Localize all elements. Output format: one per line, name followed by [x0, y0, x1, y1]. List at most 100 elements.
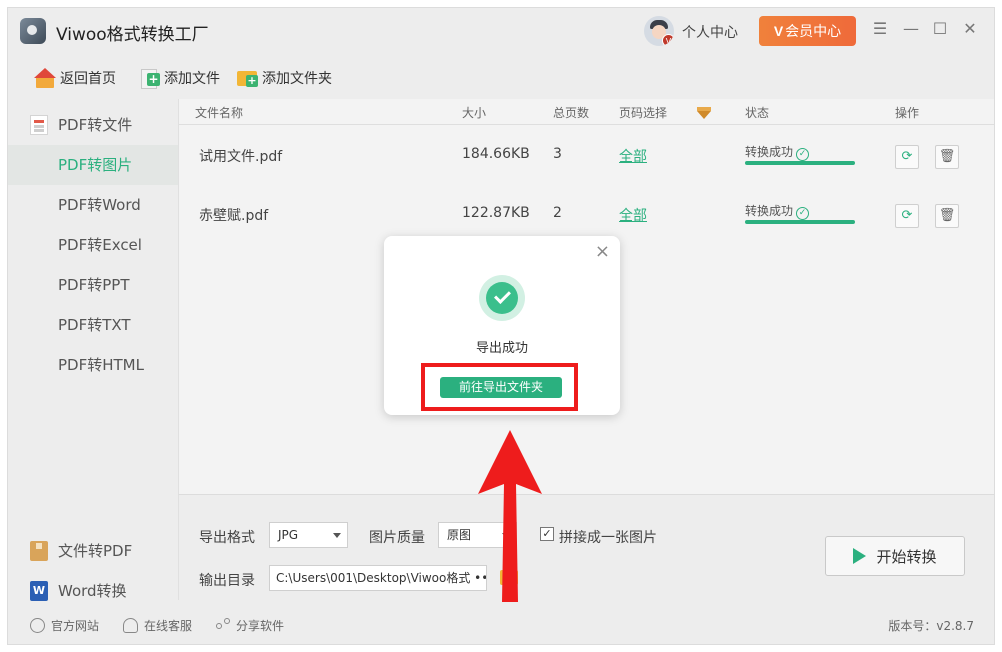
image-quality-label: 图片质量 [369, 530, 425, 546]
reconvert-icon[interactable]: ⟳ [895, 204, 919, 228]
sidebar-item-pdf-to-word[interactable]: PDF转Word [8, 185, 178, 225]
progress-fill [745, 220, 855, 224]
sidebar-item-label: PDF转图片 [58, 156, 133, 174]
output-settings: 导出格式 JPG 图片质量 原图 ✓ 拼接成一张图片 输出目录 C:\Users… [178, 494, 994, 600]
progress-bar [745, 220, 855, 224]
sidebar-item-label: 文件转PDF [58, 542, 133, 560]
col-size: 大小 [462, 106, 487, 120]
page-range-link[interactable]: 全部 [619, 146, 647, 166]
output-dir-input[interactable]: C:\Users\001\Desktop\Viwoo格式 ••• [269, 565, 487, 591]
open-export-folder-button[interactable]: 前往导出文件夹 [440, 377, 562, 398]
col-pages: 总页数 [553, 106, 590, 120]
status-badge: 转换成功 ✓ [745, 143, 810, 161]
add-folder-button[interactable]: 添加文件夹 [236, 64, 332, 92]
col-actions: 操作 [895, 106, 920, 120]
pdf-file-icon [30, 115, 48, 135]
delete-icon[interactable]: 🗑 [935, 145, 959, 169]
sidebar-item-pdf-to-html[interactable]: PDF转HTML [8, 345, 178, 385]
add-folder-label: 添加文件夹 [262, 71, 332, 87]
status-label: 转换成功 [745, 145, 794, 159]
check-circle-icon: ✓ [796, 207, 810, 220]
sidebar-item-pdf-to-image[interactable]: PDF转图片 [8, 145, 178, 185]
sidebar-item-label: PDF转HTML [58, 356, 144, 374]
status-bar: 官方网站 在线客服 分享软件 版本号：v2.8.7 [8, 610, 994, 640]
success-check-inner [486, 282, 518, 314]
home-button[interactable]: 返回首页 [34, 64, 116, 92]
sidebar-item-pdf-to-excel[interactable]: PDF转Excel [8, 225, 178, 265]
export-format-label: 导出格式 [199, 530, 255, 546]
sidebar-item-label: PDF转文件 [58, 116, 133, 134]
chevron-down-icon [333, 533, 341, 538]
export-format-value: JPG [278, 528, 299, 542]
sidebar-item-label: PDF转Excel [58, 236, 142, 254]
add-file-button[interactable]: 添加文件 [138, 64, 220, 92]
progress-fill [745, 161, 855, 165]
progress-bar [745, 161, 855, 165]
success-check-icon [479, 275, 525, 321]
export-success-dialog: × 导出成功 前往导出文件夹 [384, 236, 620, 415]
file-size: 122.87KB [462, 205, 530, 221]
close-icon[interactable]: × [595, 243, 610, 261]
vip-mark-icon: V [773, 23, 784, 39]
avatar[interactable]: V [644, 16, 674, 46]
vip-badge-icon: V [662, 34, 674, 46]
sidebar-item-label: Word转换 [58, 582, 127, 600]
title-bar: Viwoo格式转换工厂 V 个人中心 V 会员中心 ☰ — ☐ ✕ [8, 8, 994, 54]
delete-icon[interactable]: 🗑 [935, 204, 959, 228]
maximize-icon[interactable]: ☐ [930, 19, 950, 39]
headset-icon [123, 618, 138, 633]
version-label: 版本号：v2.8.7 [888, 619, 974, 633]
app-logo-icon [20, 18, 46, 44]
sidebar-item-file-to-pdf[interactable]: 文件转PDF [8, 531, 178, 571]
table-row: 试用文件.pdf 184.66KB 3 全部 转换成功 ✓ ⟳ 🗑 [179, 126, 994, 185]
menu-icon[interactable]: ☰ [870, 19, 890, 39]
globe-icon [30, 618, 45, 633]
share-software-label: 分享软件 [236, 619, 285, 633]
start-convert-label: 开始转换 [876, 548, 937, 566]
file-to-pdf-icon [30, 541, 48, 561]
file-name: 试用文件.pdf [199, 149, 283, 165]
minimize-icon[interactable]: — [901, 19, 921, 39]
vip-center-button[interactable]: V 会员中心 [759, 16, 856, 46]
image-quality-value: 原图 [447, 528, 472, 542]
sidebar: PDF转文件 PDF转图片 PDF转Word PDF转Excel PDF转PPT… [8, 99, 178, 601]
vip-center-label: 会员中心 [785, 23, 842, 39]
app-title: Viwoo格式转换工厂 [56, 25, 209, 45]
user-center-link[interactable]: 个人中心 [682, 22, 738, 42]
merge-images-checkbox[interactable]: ✓ [540, 527, 554, 541]
page-count: 3 [553, 146, 562, 162]
file-size: 184.66KB [462, 146, 530, 162]
sidebar-item-label: PDF转PPT [58, 276, 130, 294]
annotation-arrow-icon [478, 430, 542, 602]
col-status: 状态 [745, 106, 770, 120]
reconvert-icon[interactable]: ⟳ [895, 145, 919, 169]
col-page-range: 页码选择 [619, 106, 668, 120]
check-circle-icon: ✓ [796, 148, 810, 161]
sidebar-item-label: PDF转Word [58, 196, 141, 214]
online-support-link[interactable]: 在线客服 [123, 617, 192, 634]
sidebar-item-pdf-to-txt[interactable]: PDF转TXT [8, 305, 178, 345]
dialog-message: 导出成功 [475, 341, 528, 356]
share-software-link[interactable]: 分享软件 [215, 617, 284, 634]
output-dir-label: 输出目录 [199, 573, 255, 589]
add-folder-icon [236, 68, 258, 88]
export-format-select[interactable]: JPG [269, 522, 348, 548]
start-convert-button[interactable]: 开始转换 [825, 536, 965, 576]
sidebar-item-pdf-to-file[interactable]: PDF转文件 [8, 105, 178, 145]
status-label: 转换成功 [745, 204, 794, 218]
close-window-icon[interactable]: ✕ [960, 19, 980, 39]
official-site-link[interactable]: 官方网站 [30, 617, 99, 634]
home-icon [34, 68, 56, 88]
online-support-label: 在线客服 [144, 619, 193, 633]
status-badge: 转换成功 ✓ [745, 202, 810, 220]
share-icon [215, 618, 230, 633]
sidebar-item-pdf-to-ppt[interactable]: PDF转PPT [8, 265, 178, 305]
add-file-label: 添加文件 [164, 71, 220, 87]
word-icon [30, 581, 48, 601]
page-range-link[interactable]: 全部 [619, 205, 647, 225]
add-file-icon [138, 68, 160, 89]
sidebar-item-word-convert[interactable]: Word转换 [8, 571, 178, 611]
table-header: 文件名称 大小 总页数 页码选择 状态 操作 [179, 99, 994, 125]
toolbar: 返回首页 添加文件 添加文件夹 [8, 58, 994, 98]
page-count: 2 [553, 205, 562, 221]
